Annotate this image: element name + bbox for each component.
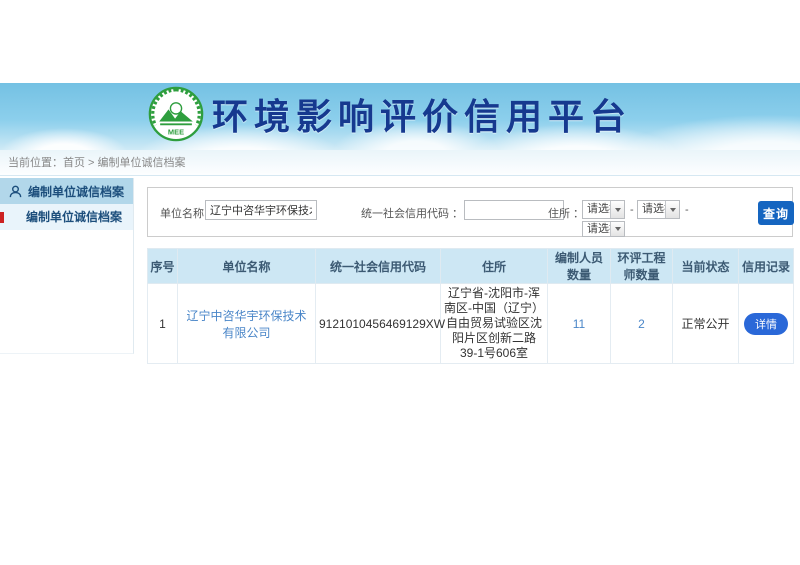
col-credit-record: 信用记录 — [739, 249, 794, 284]
sidebar-header-label: 编制单位诚信档案 — [28, 183, 124, 200]
col-address: 住所 — [441, 249, 548, 284]
main-content: 单位名称 ： 统一社会信用代码 ： 住所 ： 请选择 - 请选择 - 请选择 查… — [147, 187, 793, 364]
active-marker — [0, 212, 4, 223]
table-header-row: 序号 单位名称 统一社会信用代码 住所 编制人员数量 环评工程师数量 当前状态 … — [148, 249, 794, 284]
city-select[interactable]: 请选择 — [637, 200, 680, 219]
chevron-down-icon[interactable] — [610, 222, 624, 236]
cell-credit-code: 9121010456469129XW — [316, 284, 441, 364]
page-title: 环境影响评价信用平台 — [212, 91, 632, 143]
col-status: 当前状态 — [673, 249, 739, 284]
address-label: 住所 ： — [548, 205, 584, 221]
mee-logo-icon: MEE — [148, 86, 204, 142]
address-separator: - — [630, 204, 634, 216]
cell-status: 正常公开 — [673, 284, 739, 364]
sidebar-item-label: 编制单位诚信档案 — [26, 210, 122, 224]
search-panel: 单位名称 ： 统一社会信用代码 ： 住所 ： 请选择 - 请选择 - 请选择 查… — [147, 187, 793, 237]
sidebar: 编制单位诚信档案 编制单位诚信档案 — [0, 178, 134, 354]
col-index: 序号 — [148, 249, 178, 284]
col-unit-name: 单位名称 — [178, 249, 316, 284]
cell-index: 1 — [148, 284, 178, 364]
credit-code-label: 统一社会信用代码 ： — [361, 205, 463, 221]
cell-address: 辽宁省-沈阳市-浑南区-中国（辽宁）自由贸易试验区沈阳片区创新二路39-1号60… — [441, 284, 548, 364]
unit-name-input[interactable] — [205, 200, 317, 220]
district-select[interactable]: 请选择 — [582, 221, 625, 237]
col-credit-code: 统一社会信用代码 — [316, 249, 441, 284]
chevron-down-icon[interactable] — [610, 201, 624, 218]
unit-name-link[interactable]: 辽宁中咨华宇环保技术有限公司 — [186, 309, 306, 340]
site-banner: MEE 环境影响评价信用平台 — [0, 83, 800, 150]
sidebar-header: 编制单位诚信档案 — [0, 178, 133, 204]
user-icon — [9, 185, 22, 198]
detail-button[interactable]: 详情 — [744, 313, 788, 335]
province-select[interactable]: 请选择 — [582, 200, 625, 219]
breadcrumb[interactable]: 当前位置：首页 > 编制单位诚信档案 — [0, 150, 800, 176]
page: MEE 环境影响评价信用平台 当前位置：首页 > 编制单位诚信档案 编制单位诚信… — [0, 0, 800, 565]
results-table: 序号 单位名称 统一社会信用代码 住所 编制人员数量 环评工程师数量 当前状态 … — [147, 248, 794, 364]
col-engineer-count: 环评工程师数量 — [611, 249, 673, 284]
svg-text:MEE: MEE — [168, 128, 184, 137]
col-staff-count: 编制人员数量 — [548, 249, 611, 284]
sidebar-item-archive[interactable]: 编制单位诚信档案 — [0, 204, 133, 230]
table-row: 1 辽宁中咨华宇环保技术有限公司 9121010456469129XW 辽宁省-… — [148, 284, 794, 364]
address-separator: - — [685, 204, 689, 216]
engineer-count-link[interactable]: 2 — [638, 317, 645, 331]
staff-count-link[interactable]: 11 — [573, 317, 585, 331]
chevron-down-icon[interactable] — [665, 201, 679, 218]
search-button[interactable]: 查询 — [758, 201, 794, 225]
